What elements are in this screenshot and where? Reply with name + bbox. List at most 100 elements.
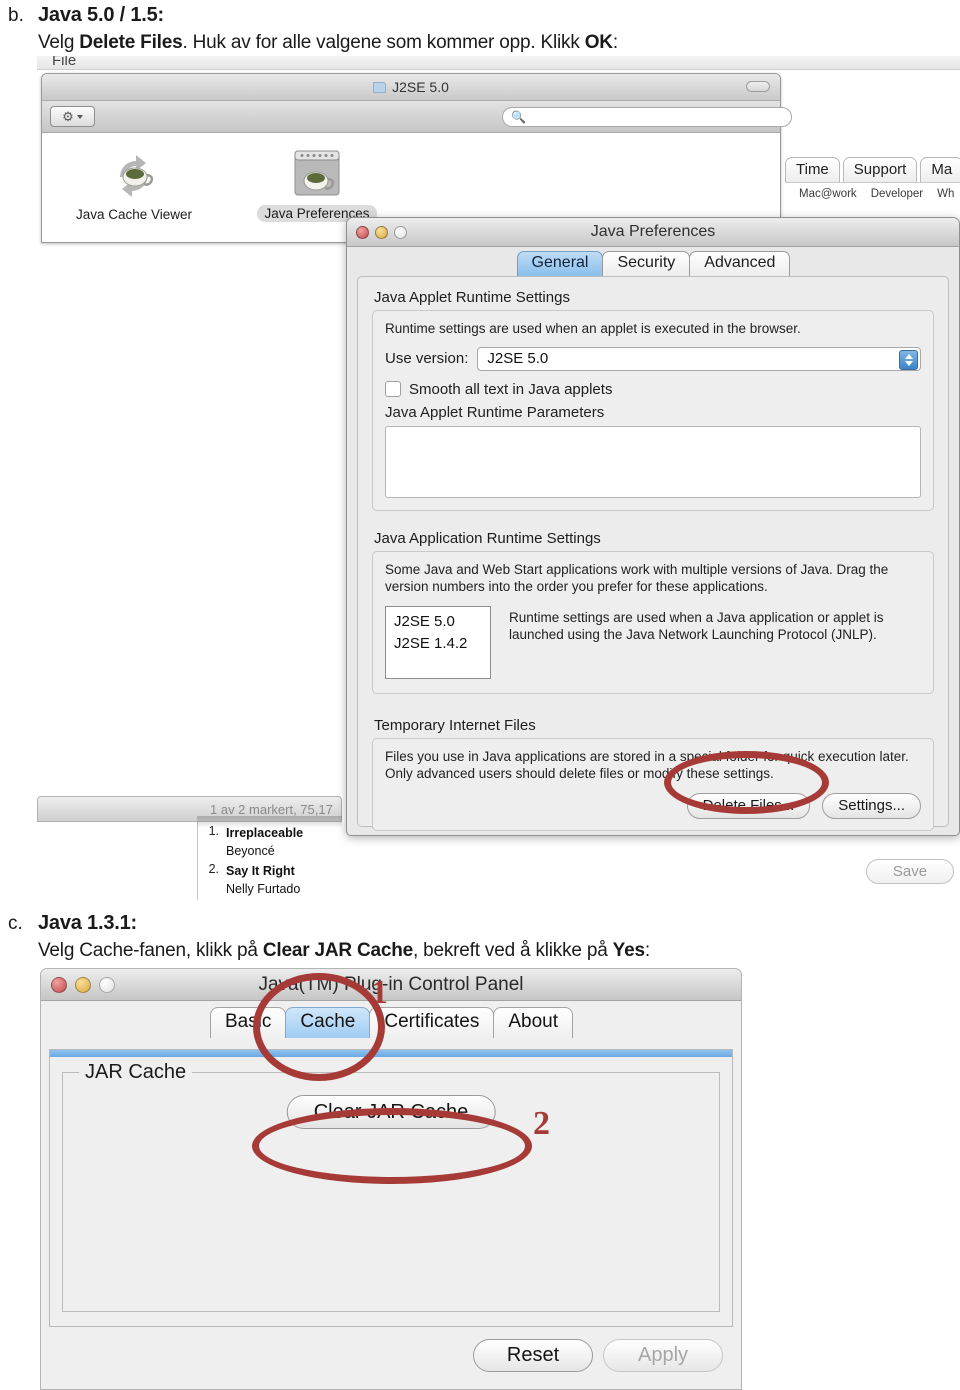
section-c-bold-clear-jar-cache: Clear JAR Cache bbox=[262, 940, 413, 961]
application-runtime-description: Some Java and Web Start applications wor… bbox=[385, 562, 889, 594]
use-version-select[interactable]: J2SE 5.0 bbox=[477, 346, 921, 371]
web-tab-ma[interactable]: Ma bbox=[920, 157, 960, 182]
application-runtime-note: Runtime settings are used when a Java ap… bbox=[509, 609, 884, 642]
section-b-heading: Java 5.0 / 1.5: bbox=[38, 4, 164, 26]
section-b-bold-delete-files: Delete Files bbox=[79, 32, 183, 53]
smooth-text-label: Smooth all text in Java applets bbox=[409, 380, 613, 398]
cache-tab-panel: JAR Cache Clear JAR Cache bbox=[49, 1049, 733, 1327]
search-icon: 🔍 bbox=[511, 110, 526, 124]
track-number: 2. bbox=[208, 862, 219, 876]
tab-cache[interactable]: Cache bbox=[285, 1007, 371, 1038]
applet-parameters-input[interactable] bbox=[385, 425, 921, 498]
section-b-instruction: Velg Delete Files. Huk av for alle valge… bbox=[38, 32, 618, 54]
screenshot-java-preferences: File J2SE 5.0 ⚙ 🔍 Java Cache Viewer Java… bbox=[37, 56, 960, 900]
window-controls bbox=[51, 977, 115, 993]
save-button[interactable]: Save bbox=[866, 859, 954, 884]
smooth-text-checkbox[interactable] bbox=[385, 381, 401, 398]
applet-runtime-description: Runtime settings are used when an applet… bbox=[385, 321, 801, 336]
list-item[interactable]: J2SE 5.0 bbox=[394, 611, 490, 633]
background-web-page-strip: Time Support Ma Mac@work Developer Wh bbox=[785, 152, 960, 212]
applet-runtime-group-label: Java Applet Runtime Settings bbox=[374, 289, 570, 306]
web-tab-support[interactable]: Support bbox=[842, 157, 918, 182]
close-button[interactable] bbox=[356, 226, 369, 239]
tab-advanced[interactable]: Advanced bbox=[689, 251, 791, 277]
track-artist: Beyoncé bbox=[226, 844, 275, 858]
use-version-value: J2SE 5.0 bbox=[487, 350, 549, 368]
finder-titlebar: J2SE 5.0 bbox=[42, 74, 780, 101]
web-sublink-developer[interactable]: Developer bbox=[871, 188, 923, 200]
search-input[interactable]: 🔍 bbox=[502, 107, 792, 127]
section-b-text-1: Velg bbox=[38, 32, 80, 53]
document-page: b. Java 5.0 / 1.5: Velg Delete Files. Hu… bbox=[0, 0, 960, 1390]
control-panel-footer: Reset Apply bbox=[41, 1327, 741, 1389]
track-number: 1. bbox=[208, 824, 219, 838]
menu-item-file[interactable]: File bbox=[52, 56, 76, 69]
finder-item-java-preferences[interactable]: Java Preferences bbox=[257, 145, 377, 222]
settings-button[interactable]: Settings... bbox=[822, 792, 921, 819]
general-tab-panel: Java Applet Runtime Settings Runtime set… bbox=[357, 276, 949, 831]
list-item[interactable]: 2. Say It Right Nelly Furtado bbox=[198, 860, 342, 898]
temporary-files-group-label: Temporary Internet Files bbox=[374, 717, 536, 734]
itunes-track-list: 1. Irreplaceable Beyoncé 2. Say It Right… bbox=[197, 822, 342, 900]
tab-basic[interactable]: Basic bbox=[209, 1007, 287, 1038]
java-cache-viewer-icon bbox=[106, 147, 162, 203]
web-sublink-macwork[interactable]: Mac@work bbox=[799, 188, 857, 200]
section-b-text-3: : bbox=[612, 32, 618, 53]
section-c-marker: c. bbox=[8, 913, 23, 934]
toolbar-toggle-button[interactable] bbox=[746, 81, 770, 92]
web-tab-time[interactable]: Time bbox=[785, 157, 840, 182]
section-c-bold-yes: Yes bbox=[612, 940, 645, 961]
minimize-button[interactable] bbox=[75, 977, 91, 993]
web-sublink-wh[interactable]: Wh bbox=[937, 188, 954, 200]
finder-item-java-cache-viewer[interactable]: Java Cache Viewer bbox=[74, 147, 194, 222]
use-version-label: Use version: bbox=[385, 350, 469, 368]
list-item[interactable]: J2SE 1.4.2 bbox=[394, 633, 490, 655]
section-c-instruction: Velg Cache-fanen, klikk på Clear JAR Cac… bbox=[38, 940, 650, 962]
dialog-title: Java Preferences bbox=[590, 223, 716, 240]
minimize-button[interactable] bbox=[375, 226, 388, 239]
application-runtime-group: Some Java and Web Start applications wor… bbox=[372, 551, 934, 694]
java-preferences-icon bbox=[289, 145, 345, 201]
dialog-tabs: General Security Advanced bbox=[347, 251, 959, 277]
window-controls bbox=[356, 226, 407, 239]
jar-cache-group-label: JAR Cache bbox=[79, 1061, 193, 1084]
section-c-heading: Java 1.3.1: bbox=[38, 912, 137, 934]
web-nav-tabs: Time Support Ma bbox=[785, 152, 960, 182]
delete-files-button[interactable]: Delete Files... bbox=[686, 792, 811, 819]
stepper-icon[interactable] bbox=[899, 349, 918, 370]
temporary-files-description: Files you use in Java applications are s… bbox=[385, 749, 909, 781]
zoom-button[interactable] bbox=[99, 977, 115, 993]
folder-icon bbox=[373, 81, 387, 93]
section-c-text-2: , bekreft ved å klikke på bbox=[412, 940, 613, 961]
blur-overlay bbox=[197, 816, 342, 828]
track-title: Irreplaceable bbox=[226, 826, 304, 840]
use-version-row: Use version: J2SE 5.0 bbox=[385, 346, 921, 371]
track-title: Say It Right bbox=[226, 864, 295, 878]
control-panel-tabs: Basic Cache Certificates About bbox=[41, 1007, 741, 1038]
dialog-titlebar: Java Preferences bbox=[347, 218, 959, 247]
tab-security[interactable]: Security bbox=[602, 251, 691, 277]
section-c-text-3: : bbox=[644, 940, 650, 961]
applet-parameters-label: Java Applet Runtime Parameters bbox=[385, 403, 605, 421]
finder-window-title: J2SE 5.0 bbox=[392, 79, 449, 95]
annotation-number-2: 2 bbox=[533, 1105, 550, 1142]
annotation-number-1: 1 bbox=[371, 974, 388, 1011]
clear-jar-cache-button[interactable]: Clear JAR Cache bbox=[286, 1095, 496, 1129]
reset-button[interactable]: Reset bbox=[473, 1339, 593, 1372]
control-panel-titlebar: Java(TM) Plug-in Control Panel bbox=[41, 969, 741, 1001]
jar-cache-group: JAR Cache Clear JAR Cache bbox=[62, 1061, 720, 1312]
tab-general[interactable]: General bbox=[516, 251, 604, 277]
close-button[interactable] bbox=[51, 977, 67, 993]
apply-button[interactable]: Apply bbox=[603, 1339, 723, 1372]
gear-icon[interactable]: ⚙ bbox=[50, 106, 95, 127]
tab-certificates[interactable]: Certificates bbox=[369, 1007, 495, 1038]
finder-item-label: Java Cache Viewer bbox=[75, 207, 193, 222]
web-sub-links: Mac@work Developer Wh bbox=[785, 182, 960, 200]
version-order-list[interactable]: J2SE 5.0 J2SE 1.4.2 bbox=[385, 605, 491, 679]
zoom-button[interactable] bbox=[394, 226, 407, 239]
smooth-text-row[interactable]: Smooth all text in Java applets bbox=[385, 381, 921, 398]
tab-about[interactable]: About bbox=[493, 1007, 574, 1038]
section-c-text-1: Velg Cache-fanen, klikk på bbox=[38, 940, 263, 961]
application-runtime-group-label: Java Application Runtime Settings bbox=[374, 530, 601, 547]
mac-menu-bar bbox=[37, 56, 960, 70]
